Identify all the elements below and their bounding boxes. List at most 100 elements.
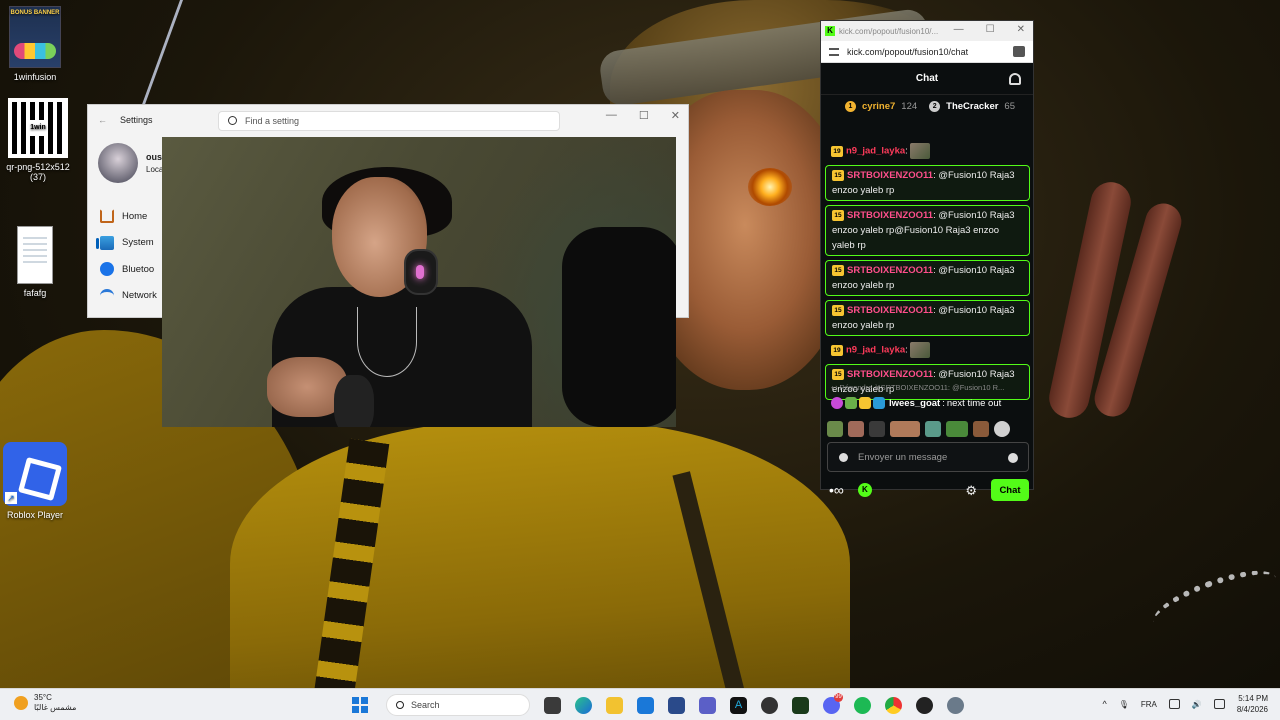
desktop-icon-fafafg[interactable]: fafafg: [0, 226, 70, 298]
app-a-icon[interactable]: A: [730, 696, 747, 714]
emote-icon[interactable]: [925, 421, 941, 437]
subscriber-badge-icon: 15: [832, 169, 844, 181]
emoji-picker-icon[interactable]: [1008, 453, 1018, 463]
chat-username[interactable]: n9_jad_layka: [846, 345, 905, 356]
emote-icon[interactable]: [848, 421, 864, 437]
user-profile[interactable]: ous Loca: [98, 143, 163, 183]
clock[interactable]: 5:14 PM 8/4/2026: [1237, 693, 1268, 715]
reply-arrow-icon: ↩: [831, 383, 838, 392]
emote-icon: [910, 342, 931, 358]
bluetooth-icon: [100, 262, 114, 277]
system-icon: [100, 235, 114, 250]
obs-icon[interactable]: [916, 696, 933, 714]
chat-username[interactable]: SRTBOIXENZOO11: [847, 210, 933, 221]
display-icon[interactable]: [1168, 699, 1180, 709]
chat-settings-dot-icon: [839, 453, 848, 462]
chat-username[interactable]: lwees_goat: [889, 398, 940, 409]
address-text: kick.com/popout/fusion10/chat: [847, 46, 969, 57]
chat-username[interactable]: n9_jad_layka: [846, 146, 905, 157]
sub-badge-icon: [831, 397, 843, 409]
minimize-button[interactable]: —: [606, 109, 617, 122]
chat-message: 19 n9_jad_layka:: [825, 141, 1030, 161]
maximize-button[interactable]: ☐: [986, 24, 995, 35]
file-explorer-icon[interactable]: [606, 696, 623, 714]
desktop-icon-qr-png[interactable]: 1win qr-png-512x512 (37): [3, 98, 73, 182]
chat-username[interactable]: SRTBOIXENZOO11: [847, 369, 933, 380]
edge-icon[interactable]: [575, 696, 592, 714]
chat-username[interactable]: SRTBOIXENZOO11: [847, 170, 933, 181]
emote-bar: [827, 421, 1010, 437]
emote-icon[interactable]: [890, 421, 920, 437]
desktop-icon-roblox-player[interactable]: ↗ Roblox Player: [0, 442, 70, 520]
chat-messages: 19 n9_jad_layka: 15 SRTBOIXENZOO11: @Fusio…: [825, 141, 1030, 404]
start-button[interactable]: [352, 697, 368, 713]
taskbar: 35°C مشمس غالبًا Search A 99 ^ 🎙 FRA 🔊 5…: [0, 688, 1280, 720]
spotify-icon[interactable]: [854, 696, 871, 714]
chat-username[interactable]: SRTBOIXENZOO11: [847, 305, 933, 316]
translate-icon[interactable]: [1013, 46, 1025, 57]
send-chat-button[interactable]: Chat: [991, 479, 1029, 501]
og-badge-icon: [873, 397, 885, 409]
sun-icon: [14, 696, 28, 710]
microphone-icon[interactable]: 🎙: [1119, 700, 1129, 709]
close-button[interactable]: ✕: [671, 109, 680, 122]
leaderboard-points: 124: [901, 100, 918, 112]
shortcut-arrow-icon: ↗: [5, 492, 17, 504]
emote-icon: [910, 143, 931, 159]
store-icon[interactable]: [668, 696, 685, 714]
chat-message-input[interactable]: Envoyer un message: [827, 442, 1029, 472]
avatar: [98, 143, 138, 183]
profile-name: ous: [146, 151, 163, 162]
site-settings-icon[interactable]: [829, 47, 839, 56]
kick-logo-icon[interactable]: K: [857, 483, 872, 497]
chevron-up-icon[interactable]: ^: [1103, 699, 1107, 709]
settings-app-icon[interactable]: [947, 696, 964, 714]
taskbar-search[interactable]: Search: [386, 694, 530, 716]
chat-header: Chat: [821, 63, 1033, 95]
leaderboard-user[interactable]: TheCracker: [946, 101, 998, 112]
leaderboard-user[interactable]: cyrine7: [862, 101, 895, 112]
chrome-icon[interactable]: [885, 696, 902, 714]
app-green-icon[interactable]: [792, 696, 809, 714]
battery-icon[interactable]: [1213, 699, 1225, 709]
chat-message: 15 SRTBOIXENZOO11: @Fusion10 Raja3 enzoo …: [825, 165, 1030, 201]
desktop-icon-1winfusion[interactable]: BONUS BANNER 1winfusion: [0, 6, 70, 82]
users-icon[interactable]: [1009, 73, 1021, 85]
outlook-icon[interactable]: [637, 696, 654, 714]
emote-icon[interactable]: [869, 421, 885, 437]
points-infinity-icon[interactable]: •∞: [829, 482, 844, 498]
gear-icon[interactable]: ⚙: [965, 483, 977, 499]
volume-icon[interactable]: 🔊: [1192, 700, 1202, 709]
close-button[interactable]: ✕: [1017, 24, 1025, 35]
chat-tab-title: kick.com/popout/fusion10/...: [839, 26, 939, 36]
settings-search-input[interactable]: Find a setting: [218, 111, 560, 131]
chat-username[interactable]: SRTBOIXENZOO11: [847, 265, 933, 276]
qr-code-thumbnail: 1win: [8, 98, 68, 158]
profile-subtitle: Loca: [146, 164, 164, 174]
chat-title: Chat: [915, 73, 939, 84]
chat-message: 19 n9_jad_layka:: [825, 340, 1030, 360]
chat-message: 15 SRTBOIXENZOO11: @Fusion10 Raja3 enzoo …: [825, 364, 1030, 400]
app-circle-icon[interactable]: [761, 696, 778, 714]
temperature: 35°C: [34, 693, 52, 702]
language-indicator[interactable]: FRA: [1141, 700, 1157, 709]
minimize-button[interactable]: —: [954, 24, 964, 35]
search-icon: [228, 116, 237, 125]
emote-icon[interactable]: [827, 421, 843, 437]
roblox-icon: ↗: [3, 442, 67, 506]
chat-footer: •∞ K ⚙ Chat: [829, 479, 1029, 501]
desktop-icon-label: Roblox Player: [6, 510, 64, 520]
teams-icon[interactable]: [699, 696, 716, 714]
document-thumbnail: [17, 226, 53, 284]
weather-widget[interactable]: 35°C مشمس غالبًا: [14, 693, 76, 713]
task-view-icon[interactable]: [544, 696, 561, 714]
discord-icon[interactable]: 99: [823, 692, 843, 714]
banner-thumbnail: BONUS BANNER: [9, 6, 61, 68]
chat-message: 15 SRTBOIXENZOO11: @Fusion10 Raja3 enzoo …: [825, 260, 1030, 296]
emote-icon[interactable]: [994, 421, 1010, 437]
back-arrow-icon[interactable]: ←: [98, 115, 120, 125]
emote-icon[interactable]: [973, 421, 989, 437]
address-bar[interactable]: kick.com/popout/fusion10/chat: [821, 41, 1033, 63]
emote-icon[interactable]: [946, 421, 968, 437]
maximize-button[interactable]: ☐: [639, 109, 649, 122]
